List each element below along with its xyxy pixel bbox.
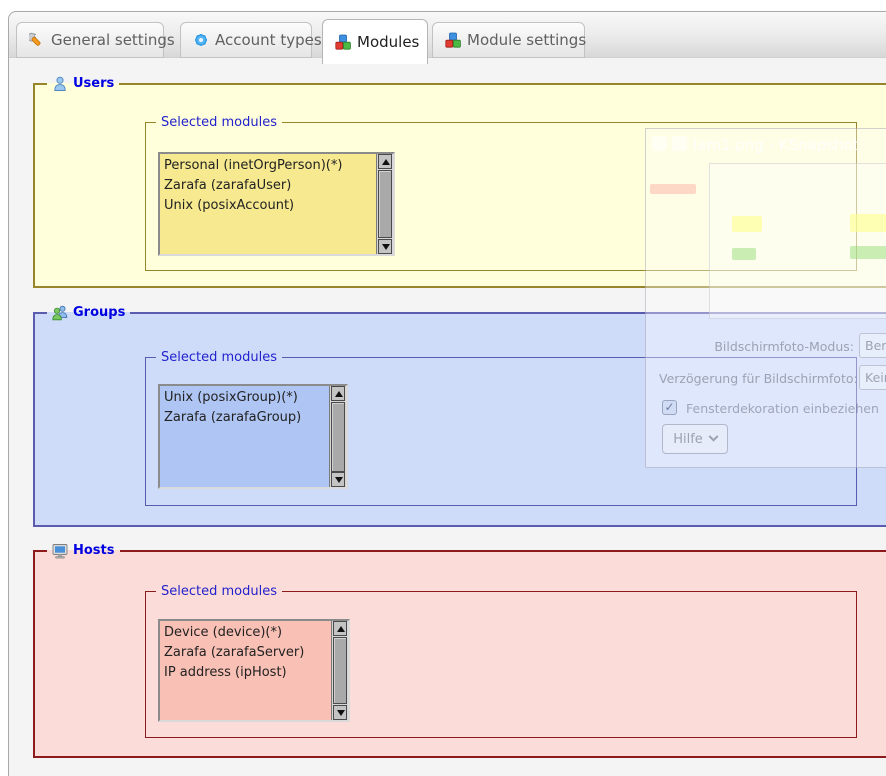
tab-label: Modules xyxy=(357,33,419,51)
scrollbar-thumb[interactable] xyxy=(331,402,345,472)
scrollbar[interactable] xyxy=(329,386,346,487)
list-option[interactable]: Unix (posixAccount) xyxy=(160,196,376,216)
arrow-up-icon xyxy=(335,391,343,397)
scroll-up-button[interactable] xyxy=(333,621,347,636)
tab-module-settings[interactable]: Module settings xyxy=(432,22,585,58)
scrollbar[interactable] xyxy=(376,154,393,254)
groups-selected-modules-label: Selected modules xyxy=(161,350,277,365)
scroll-down-button[interactable] xyxy=(378,239,392,254)
hosts-legend: Hosts xyxy=(47,543,120,559)
scrollbar-thumb[interactable] xyxy=(378,170,392,238)
scroll-down-button[interactable] xyxy=(333,705,347,720)
list-option[interactable]: Zarafa (zarafaUser) xyxy=(160,176,376,196)
users-modules-options: Personal (inetOrgPerson)(*) Zarafa (zara… xyxy=(160,156,376,254)
arrow-down-icon xyxy=(382,244,390,250)
groups-legend-label: Groups xyxy=(73,305,125,321)
modules-icon xyxy=(445,32,461,48)
users-legend-label: Users xyxy=(73,76,114,92)
gear-icon xyxy=(193,32,209,48)
tab-label: Module settings xyxy=(467,31,586,49)
modules-icon xyxy=(335,34,351,50)
list-option[interactable]: IP address (ipHost) xyxy=(160,663,331,683)
groups-legend: Groups xyxy=(47,305,130,321)
list-option[interactable]: Zarafa (zarafaGroup) xyxy=(160,408,329,428)
tab-account-types[interactable]: Account types xyxy=(180,22,312,58)
tab-modules[interactable]: Modules xyxy=(322,19,428,64)
users-selected-modules-label: Selected modules xyxy=(161,115,277,130)
host-icon xyxy=(52,543,68,559)
users-legend: Users xyxy=(47,76,119,92)
hosts-legend-label: Hosts xyxy=(73,543,115,559)
list-option[interactable]: Device (device)(*) xyxy=(160,623,331,643)
list-option[interactable]: Personal (inetOrgPerson)(*) xyxy=(160,156,376,176)
hosts-modules-listbox[interactable]: Device (device)(*) Zarafa (zarafaServer)… xyxy=(158,619,350,722)
users-modules-listbox[interactable]: Personal (inetOrgPerson)(*) Zarafa (zara… xyxy=(158,152,395,256)
arrow-up-icon xyxy=(382,159,390,165)
list-option[interactable]: Zarafa (zarafaServer) xyxy=(160,643,331,663)
arrow-down-icon xyxy=(335,477,343,483)
arrow-up-icon xyxy=(337,626,345,632)
scrollbar[interactable] xyxy=(331,621,348,720)
tab-label: General settings xyxy=(51,31,175,49)
hosts-selected-modules-label: Selected modules xyxy=(161,584,277,599)
list-option[interactable]: Unix (posixGroup)(*) xyxy=(160,388,329,408)
groups-modules-listbox[interactable]: Unix (posixGroup)(*) Zarafa (zarafaGroup… xyxy=(158,384,348,489)
scroll-up-button[interactable] xyxy=(378,154,392,169)
user-icon xyxy=(52,76,68,92)
scroll-down-button[interactable] xyxy=(331,472,345,487)
tab-label: Account types xyxy=(215,31,322,49)
arrow-down-icon xyxy=(337,710,345,716)
group-icon xyxy=(52,305,68,321)
hosts-modules-options: Device (device)(*) Zarafa (zarafaServer)… xyxy=(160,623,331,720)
scrollbar-thumb[interactable] xyxy=(333,637,347,704)
wrench-icon xyxy=(29,32,45,48)
groups-modules-options: Unix (posixGroup)(*) Zarafa (zarafaGroup… xyxy=(160,388,329,487)
scroll-up-button[interactable] xyxy=(331,386,345,401)
lam-configuration-page: General settings Account types Modules M… xyxy=(0,0,886,776)
tab-general-settings[interactable]: General settings xyxy=(16,22,164,58)
